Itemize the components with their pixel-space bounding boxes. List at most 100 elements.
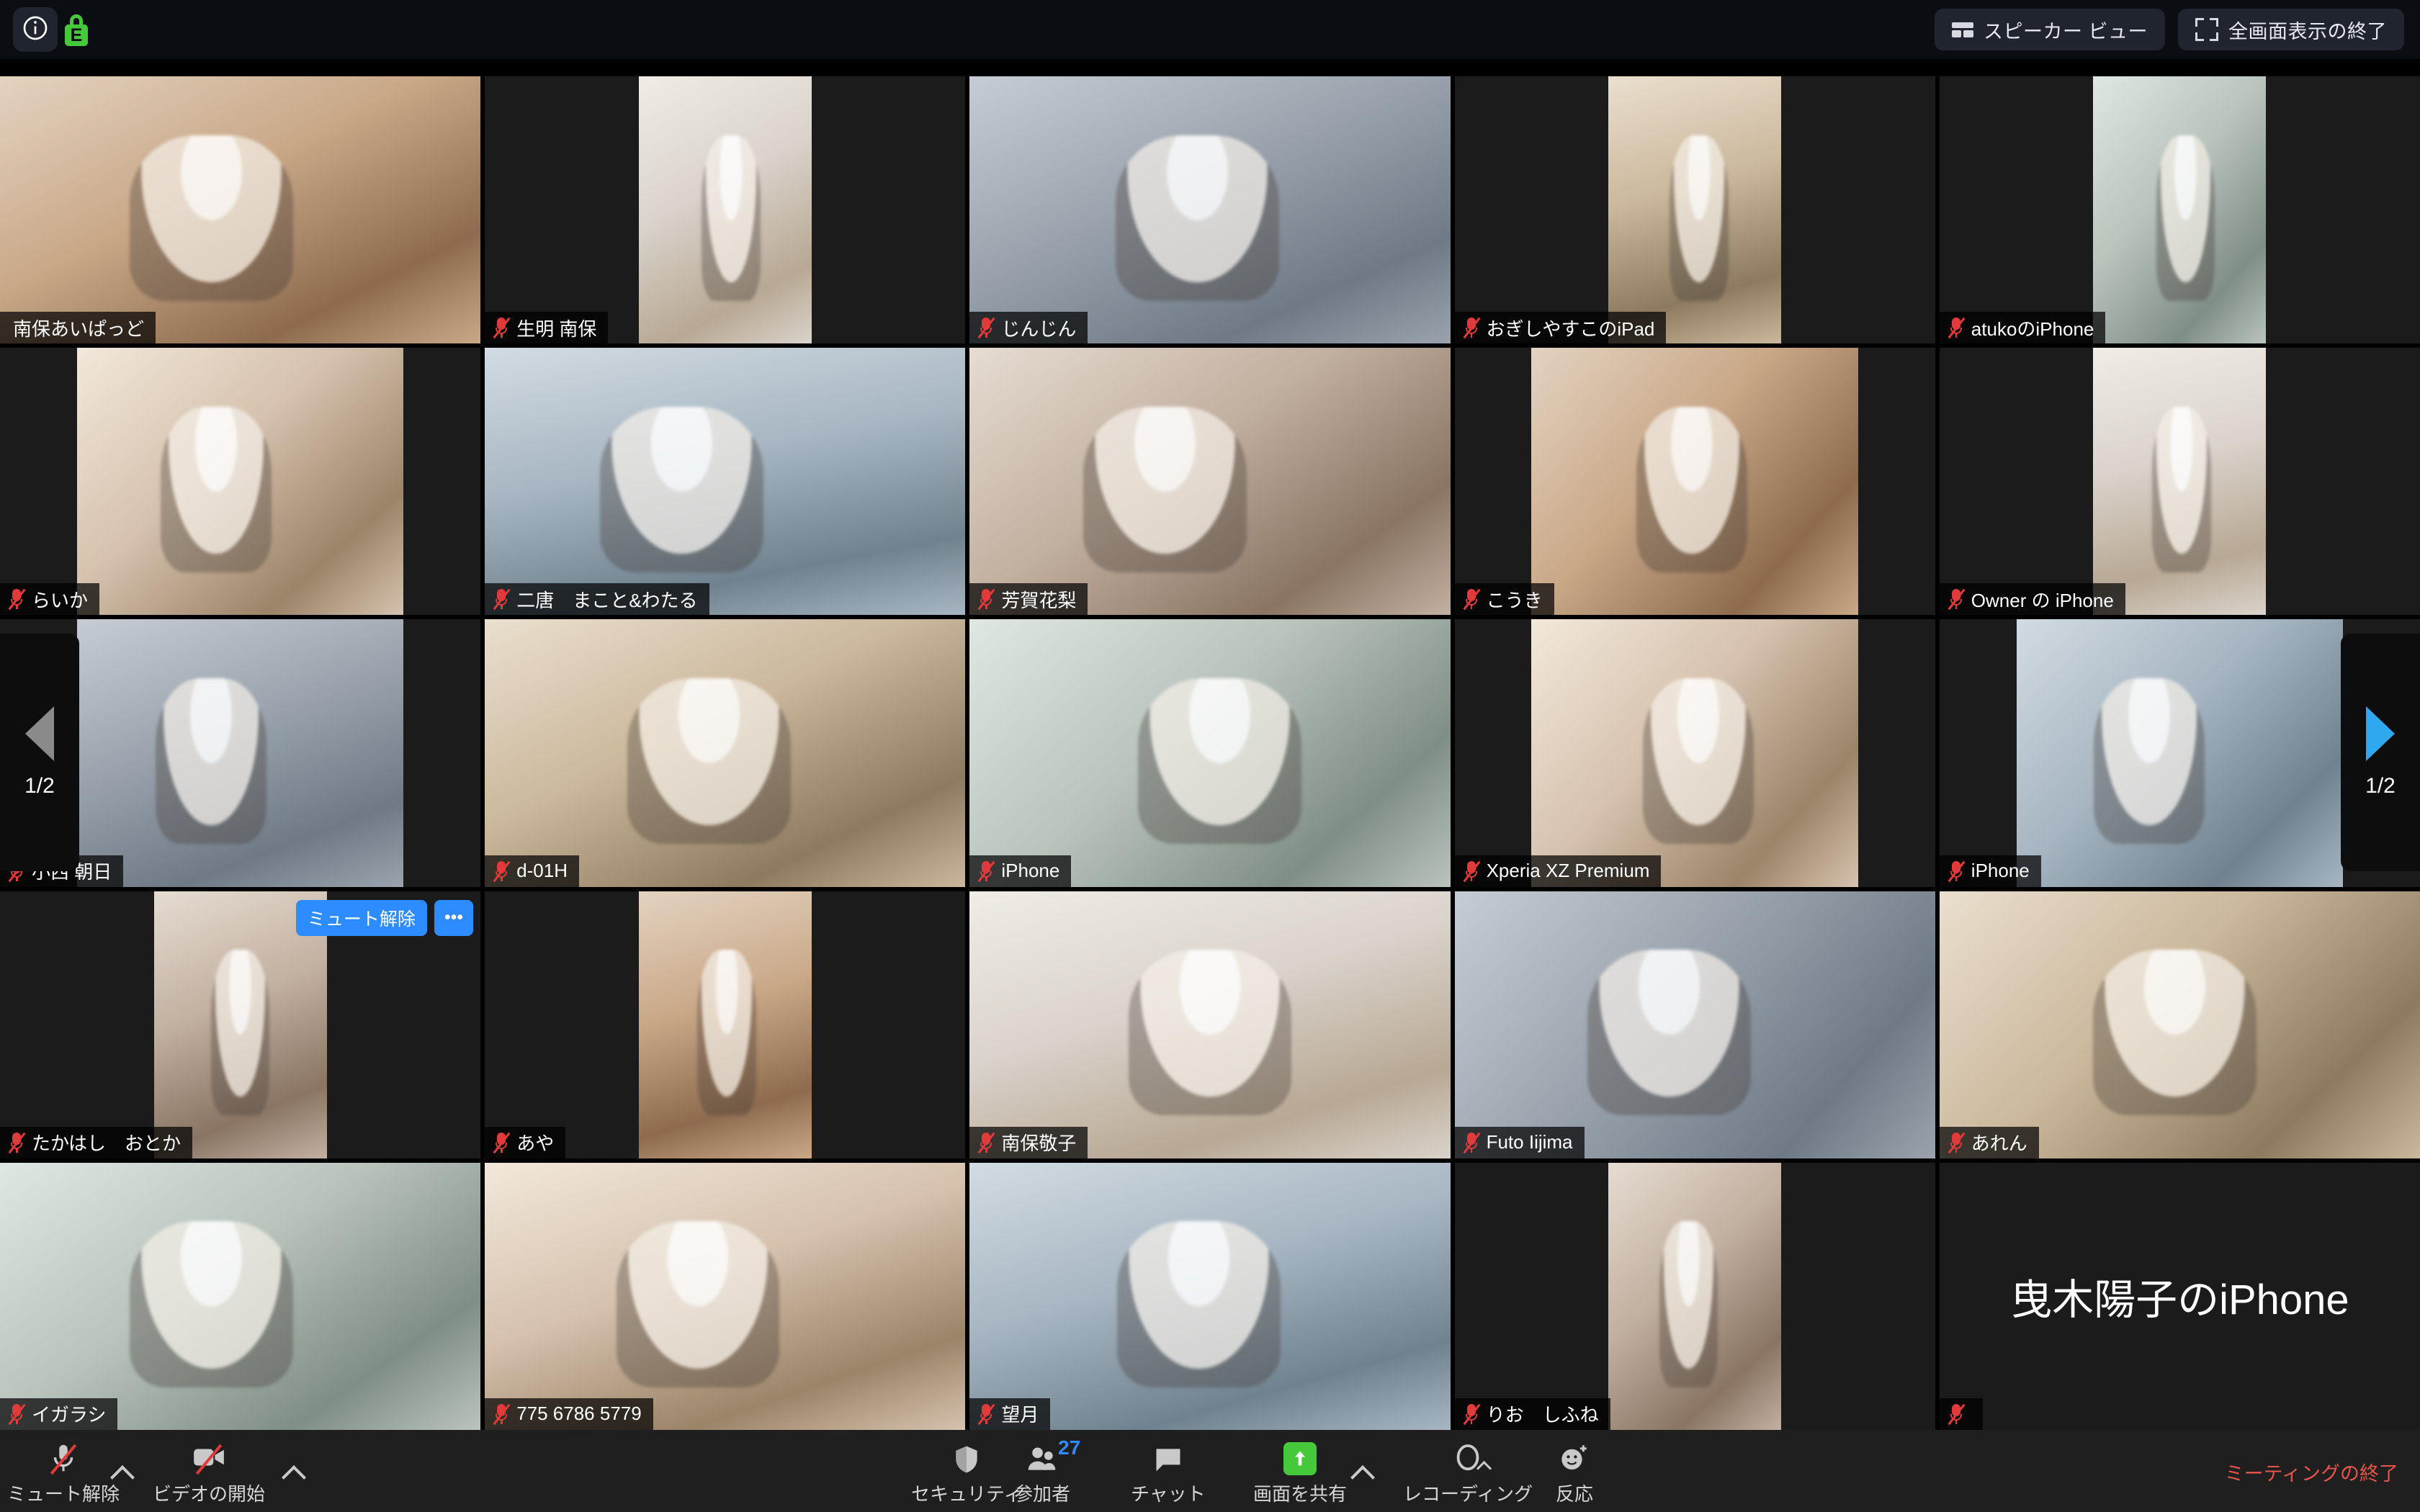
record-button[interactable]: レコーディング: [1403, 1439, 1533, 1506]
participant-name: iPhone: [1001, 860, 1060, 882]
reactions-button[interactable]: 反応: [1556, 1439, 1593, 1506]
participant-video: [969, 348, 1451, 616]
participant-name-bar: イガラシ: [0, 1398, 118, 1430]
grid-view-icon: [1951, 22, 1973, 37]
video-subject: [130, 135, 293, 301]
video-subject: [2093, 950, 2257, 1116]
participant-tile[interactable]: たかはし おとか ミュート解除 •••: [0, 891, 481, 1158]
participant-name: iPhone: [1971, 860, 2030, 882]
speaker-view-label: スピーカー ビュー: [1983, 20, 2148, 42]
participants-button[interactable]: 27 参加者: [1014, 1436, 1080, 1506]
video-subject: [616, 1221, 780, 1387]
start-video-label: ビデオの開始: [153, 1483, 266, 1505]
participant-tile[interactable]: 二唐 まこと&わたる: [485, 348, 966, 616]
participant-tile[interactable]: Owner の iPhone: [1939, 348, 2420, 616]
security-label: セキュリティ: [911, 1483, 1023, 1505]
participant-name: Owner の iPhone: [1971, 589, 2114, 611]
microphone-muted-icon: [493, 317, 511, 339]
camera-muted-icon: [191, 1439, 227, 1475]
participant-name: Futo Iijima: [1486, 1131, 1573, 1153]
participant-tile[interactable]: イガラシ: [0, 1162, 481, 1430]
next-page-button[interactable]: 1/2: [2341, 634, 2420, 871]
chat-label: チャット: [1131, 1483, 1206, 1505]
chevron-up-icon: [1350, 1462, 1375, 1490]
tile-unmute-button[interactable]: ミュート解除: [295, 899, 427, 936]
unmute-button[interactable]: ミュート解除: [7, 1439, 120, 1506]
exit-fullscreen-label: 全画面表示の終了: [2228, 20, 2387, 42]
share-screen-button[interactable]: 画面を共有: [1253, 1439, 1347, 1506]
participant-tile[interactable]: 生明 南保: [485, 76, 966, 344]
chevron-right-icon: [2366, 706, 2395, 761]
tile-more-options-button[interactable]: •••: [434, 899, 474, 936]
participant-tile[interactable]: おぎしやすこのiPad: [1454, 76, 1935, 344]
chevron-left-icon: [25, 706, 54, 761]
participant-name-bar: らいか: [0, 583, 100, 616]
share-screen-label: 画面を共有: [1253, 1483, 1348, 1505]
participant-tile[interactable]: 曳木陽子のiPhone: [1939, 1162, 2420, 1430]
participant-tile[interactable]: あや: [485, 891, 966, 1158]
participant-tile[interactable]: atukoのiPhone: [1939, 76, 2420, 344]
participant-name-bar: りお しふね: [1454, 1398, 1610, 1430]
participant-tile[interactable]: 芳賀花梨: [969, 348, 1451, 616]
participant-name-bar: 生明 南保: [485, 312, 609, 344]
participant-tile[interactable]: Xperia XZ Premium: [1454, 619, 1935, 887]
participant-video: [485, 1162, 966, 1430]
participant-name: あや: [516, 1133, 555, 1155]
participant-tile[interactable]: りお しふね: [1454, 1162, 1935, 1430]
unmute-label: ミュート解除: [7, 1483, 120, 1505]
video-subject: [1116, 1221, 1281, 1387]
exit-fullscreen-button[interactable]: 全画面表示の終了: [2178, 9, 2404, 50]
participant-tile[interactable]: 望月: [969, 1162, 1451, 1430]
encryption-lock-icon[interactable]: E: [63, 13, 89, 46]
security-button[interactable]: セキュリティ: [911, 1439, 1022, 1506]
participant-tile[interactable]: Futo Iijima: [1454, 891, 1935, 1158]
participant-tile[interactable]: 南保敬子: [969, 891, 1451, 1158]
chat-button[interactable]: チャット: [1131, 1439, 1206, 1506]
video-options-button[interactable]: [282, 1462, 306, 1490]
speaker-view-button[interactable]: スピーカー ビュー: [1934, 9, 2165, 50]
participant-video: [969, 619, 1451, 887]
participant-tile[interactable]: iPhone: [969, 619, 1451, 887]
previous-page-button[interactable]: 1/2: [0, 634, 79, 871]
participant-name: d-01H: [516, 860, 568, 882]
participant-name-bar: 南保敬子: [969, 1126, 1088, 1158]
chat-bubble-icon: [1152, 1439, 1184, 1475]
video-subject: [1659, 1221, 1718, 1387]
end-meeting-button[interactable]: ミーティングの終了: [2225, 1458, 2398, 1486]
microphone-muted-icon: [977, 1132, 995, 1153]
participant-tile[interactable]: らいか: [0, 348, 481, 616]
participant-video: [76, 348, 404, 616]
participant-tile[interactable]: じんじん: [969, 76, 1451, 344]
microphone-muted-icon: [1948, 1132, 1966, 1153]
microphone-muted-icon: [977, 860, 995, 882]
participant-video: [485, 619, 966, 887]
participant-name-bar: d-01H: [485, 855, 580, 887]
video-subject: [2156, 135, 2215, 301]
microphone-muted-icon: [8, 1132, 26, 1153]
participant-name: りお しふね: [1486, 1404, 1599, 1426]
share-options-button[interactable]: [1350, 1462, 1375, 1490]
participant-tile[interactable]: こうき: [1454, 348, 1935, 616]
meeting-info-button[interactable]: [13, 7, 58, 52]
audio-options-button[interactable]: [110, 1462, 135, 1490]
participant-tile[interactable]: d-01H: [485, 619, 966, 887]
participant-video: [1531, 348, 1859, 616]
participant-display-name: 曳木陽子のiPhone: [2010, 1277, 2349, 1324]
video-subject: [161, 406, 272, 572]
participant-tile[interactable]: 775 6786 5779: [485, 1162, 966, 1430]
video-subject: [1128, 950, 1292, 1116]
participant-name: 南保あいぱっど: [13, 318, 145, 340]
participant-name: 芳賀花梨: [1001, 589, 1077, 611]
participant-name-bar: あや: [485, 1126, 566, 1158]
participants-count: 27: [1058, 1436, 1081, 1459]
participant-name-bar: 南保あいぱっど: [0, 312, 156, 344]
participant-name: 南保敬子: [1001, 1133, 1077, 1155]
start-video-button[interactable]: ビデオの開始: [153, 1439, 265, 1506]
participant-name-bar: 芳賀花梨: [969, 583, 1088, 616]
video-subject: [1636, 406, 1747, 572]
participant-video: [76, 619, 404, 887]
shield-icon: [951, 1439, 982, 1475]
microphone-muted-icon: [1463, 1403, 1481, 1426]
participant-tile[interactable]: あれん: [1939, 891, 2420, 1158]
participant-tile[interactable]: 南保あいぱっど: [0, 76, 481, 344]
